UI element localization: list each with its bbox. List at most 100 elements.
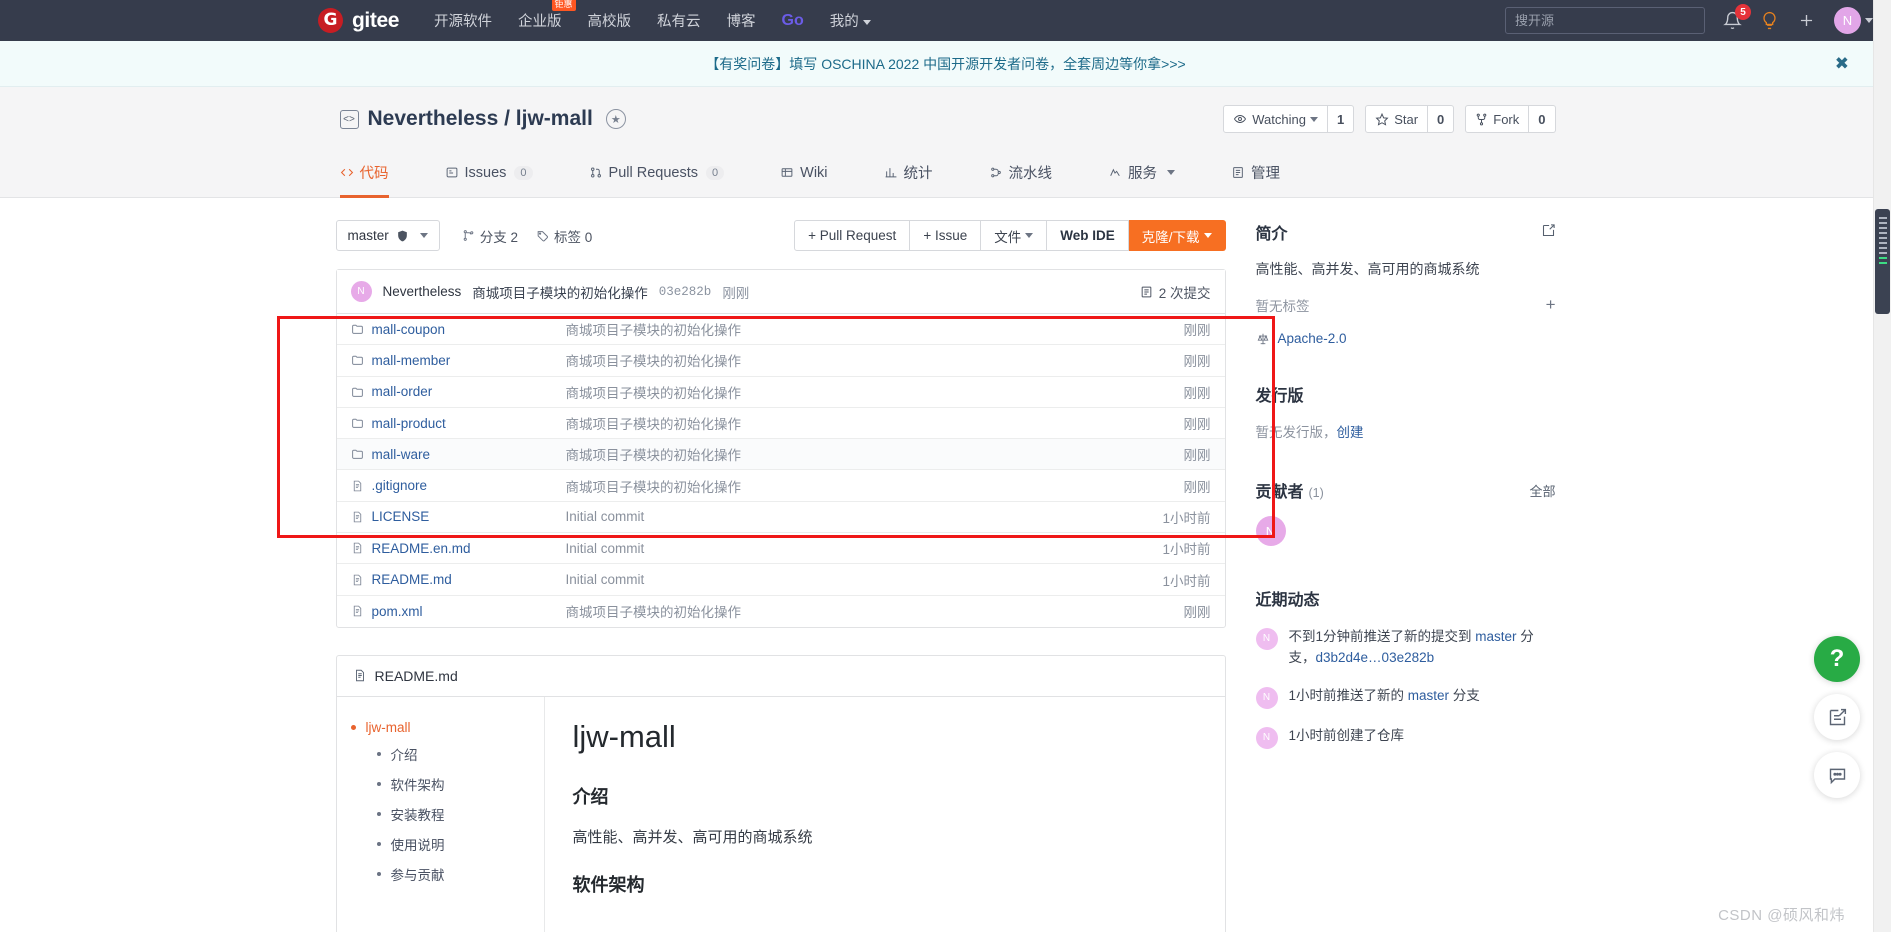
file-name: mall-member: [371, 352, 451, 368]
feedback-button[interactable]: [1814, 694, 1860, 740]
tab-issues[interactable]: Issues 0: [445, 153, 533, 198]
table-row[interactable]: README.md Initial commit 1小时前: [336, 564, 1225, 596]
close-icon[interactable]: ✖: [1835, 54, 1849, 74]
tab-wiki[interactable]: Wiki: [780, 153, 828, 198]
add-tag-icon[interactable]: +: [1546, 295, 1556, 315]
nav-item-privatecloud[interactable]: 私有云: [657, 10, 701, 31]
toc-item-usage[interactable]: 使用说明: [351, 829, 544, 859]
table-row[interactable]: mall-product 商城项目子模块的初始化操作 刚刚: [336, 408, 1225, 440]
edit-intro-icon[interactable]: [1541, 223, 1556, 241]
file-commit-message[interactable]: 商城项目子模块的初始化操作: [566, 382, 1184, 402]
scrollbar-thumb[interactable]: [1875, 209, 1890, 314]
tags-link[interactable]: 标签 0: [536, 226, 592, 246]
file-name-link[interactable]: LICENSE: [351, 509, 566, 524]
avatar: N: [1255, 726, 1278, 749]
file-commit-message[interactable]: Initial commit: [566, 541, 1163, 556]
files-menu-button[interactable]: 文件: [981, 220, 1048, 251]
sidebar-contributors-title-row: 贡献者 (1) 全部: [1256, 478, 1556, 502]
file-name-link[interactable]: .gitignore: [351, 478, 566, 493]
star-button[interactable]: Star: [1365, 105, 1429, 133]
vertical-scrollbar[interactable]: [1874, 0, 1891, 932]
file-name-link[interactable]: README.md: [351, 572, 566, 587]
search-input[interactable]: [1505, 7, 1705, 34]
tab-services[interactable]: 服务: [1108, 153, 1176, 198]
branch-selector[interactable]: master: [335, 220, 440, 251]
nav-item-go[interactable]: Go: [782, 12, 804, 30]
create-release-link[interactable]: 创建: [1337, 425, 1364, 440]
file-name-link[interactable]: mall-member: [351, 353, 566, 368]
user-menu[interactable]: N: [1834, 7, 1873, 34]
tab-statistics[interactable]: 统计: [884, 153, 933, 198]
watch-button[interactable]: Watching: [1223, 105, 1328, 133]
activity-branch-link[interactable]: master: [1475, 629, 1516, 644]
toc-item-install[interactable]: 安装教程: [351, 799, 544, 829]
watch-count[interactable]: 1: [1327, 105, 1355, 133]
file-name-link[interactable]: pom.xml: [351, 604, 566, 619]
file-commit-message[interactable]: 商城项目子模块的初始化操作: [566, 319, 1184, 339]
file-commit-message[interactable]: 商城项目子模块的初始化操作: [566, 444, 1184, 464]
web-ide-button[interactable]: Web IDE: [1047, 220, 1129, 251]
file-commit-message[interactable]: Initial commit: [566, 509, 1163, 524]
file-commit-message[interactable]: 商城项目子模块的初始化操作: [566, 601, 1184, 621]
commit-sha[interactable]: 03e282b: [659, 285, 712, 299]
gitee-logo[interactable]: G gitee: [318, 8, 399, 33]
chat-button[interactable]: [1814, 752, 1860, 798]
table-row[interactable]: mall-coupon 商城项目子模块的初始化操作 刚刚: [336, 314, 1225, 346]
nav-item-education[interactable]: 高校版: [588, 10, 632, 31]
table-row[interactable]: mall-member 商城项目子模块的初始化操作 刚刚: [336, 345, 1225, 377]
sidebar-license-row[interactable]: Apache-2.0: [1256, 331, 1556, 346]
repo-owner-link[interactable]: Nevertheless: [368, 107, 499, 130]
tab-pipeline[interactable]: 流水线: [989, 153, 1052, 198]
commit-author[interactable]: Nevertheless: [383, 284, 462, 299]
ideas-button[interactable]: [1760, 11, 1779, 30]
file-name: mall-order: [371, 384, 433, 400]
nav-item-mine[interactable]: 我的: [830, 10, 871, 31]
nav-item-enterprise[interactable]: 企业版 钜惠: [518, 0, 576, 31]
file-commit-message[interactable]: 商城项目子模块的初始化操作: [566, 413, 1184, 433]
fork-count[interactable]: 0: [1529, 105, 1556, 133]
branches-link[interactable]: 分支 2: [462, 226, 518, 246]
award-star-icon[interactable]: ★: [605, 109, 626, 129]
tab-code[interactable]: 代码: [339, 153, 389, 198]
commit-message[interactable]: 商城项目子模块的初始化操作: [472, 282, 648, 302]
table-row[interactable]: mall-order 商城项目子模块的初始化操作 刚刚: [336, 377, 1225, 408]
file-time: 刚刚: [1183, 448, 1211, 464]
toc-item-contribute[interactable]: 参与贡献: [351, 859, 544, 889]
fork-button[interactable]: Fork: [1465, 105, 1530, 133]
create-new-button[interactable]: [1797, 11, 1816, 30]
repo-name-link[interactable]: ljw-mall: [516, 107, 593, 130]
toc-item-architecture[interactable]: 软件架构: [351, 769, 544, 799]
activity-commit-link[interactable]: d3b2d4e…03e282b: [1316, 650, 1435, 665]
notifications-button[interactable]: 5: [1723, 4, 1751, 30]
table-row[interactable]: mall-ware 商城项目子模块的初始化操作 刚刚: [336, 439, 1225, 471]
nav-item-opensource[interactable]: 开源软件: [434, 10, 492, 31]
activity-branch-link[interactable]: master: [1408, 688, 1449, 703]
toc-item-root[interactable]: ljw-mall: [350, 716, 544, 739]
file-name-link[interactable]: mall-order: [351, 384, 566, 399]
new-pull-request-button[interactable]: + Pull Request: [794, 220, 911, 251]
toc-item-intro[interactable]: 介绍: [351, 739, 544, 769]
nav-item-blog[interactable]: 博客: [727, 10, 756, 31]
file-commit-message[interactable]: Initial commit: [566, 572, 1163, 587]
clone-download-button[interactable]: 克隆/下载: [1128, 220, 1226, 251]
file-commit-message[interactable]: 商城项目子模块的初始化操作: [566, 476, 1184, 496]
help-button[interactable]: ?: [1814, 636, 1860, 682]
star-count[interactable]: 0: [1428, 105, 1455, 133]
table-row[interactable]: LICENSE Initial commit 1小时前: [336, 502, 1225, 534]
file-name-link[interactable]: README.en.md: [351, 541, 566, 556]
tab-manage[interactable]: 管理: [1231, 153, 1280, 198]
file-name-link[interactable]: mall-product: [351, 416, 566, 431]
table-row[interactable]: README.en.md Initial commit 1小时前: [336, 533, 1225, 565]
commit-count-link[interactable]: 2 次提交: [1140, 282, 1211, 302]
all-contributors-link[interactable]: 全部: [1529, 481, 1555, 500]
table-row[interactable]: pom.xml 商城项目子模块的初始化操作 刚刚: [337, 596, 1225, 627]
avatar[interactable]: N: [1255, 516, 1286, 546]
file-name: LICENSE: [371, 509, 430, 525]
table-row[interactable]: .gitignore 商城项目子模块的初始化操作 刚刚: [336, 470, 1225, 502]
file-name-link[interactable]: mall-ware: [351, 447, 566, 462]
tab-pull-requests[interactable]: Pull Requests 0: [589, 153, 725, 198]
file-commit-message[interactable]: 商城项目子模块的初始化操作: [566, 350, 1184, 370]
new-issue-button[interactable]: + Issue: [910, 220, 982, 251]
promo-banner-text[interactable]: 【有奖问卷】填写 OSCHINA 2022 中国开源开发者问卷，全套周边等你拿>…: [705, 54, 1185, 74]
file-name-link[interactable]: mall-coupon: [351, 322, 566, 337]
